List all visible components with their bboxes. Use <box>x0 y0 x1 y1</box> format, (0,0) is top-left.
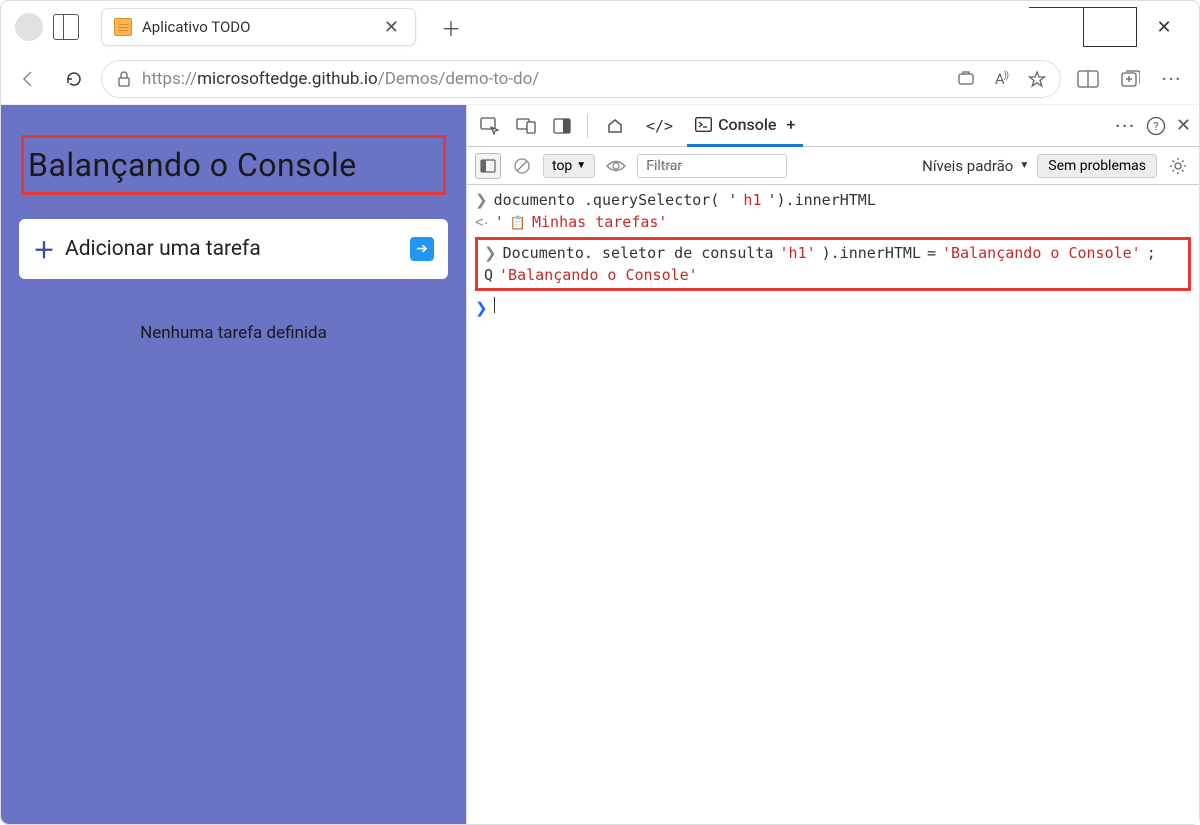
more-menu-icon[interactable]: ··· <box>1153 60 1191 98</box>
new-tab-button[interactable]: ＋ <box>432 8 470 46</box>
favicon-icon <box>114 18 132 36</box>
tab-console[interactable]: Console + <box>687 105 803 147</box>
profile-avatar[interactable] <box>15 13 43 41</box>
devtools-panel: </> Console + ··· ? ✕ to <box>466 105 1199 824</box>
console-entry: ❯ Documento. seletor de consulta 'h1' ).… <box>484 242 1182 264</box>
devtools-close-icon[interactable]: ✕ <box>1176 115 1191 136</box>
dock-side-icon[interactable] <box>547 111 577 141</box>
devtools-more-icon[interactable]: ··· <box>1115 116 1135 135</box>
console-prompt[interactable]: ❯ <box>475 295 1191 319</box>
tab-welcome[interactable] <box>598 105 632 147</box>
page-heading: Balançando o Console <box>28 146 439 184</box>
lock-icon <box>116 70 132 88</box>
back-button[interactable] <box>9 60 47 98</box>
workspace-icon[interactable] <box>53 14 79 40</box>
address-bar: https://microsoftedge.github.io/Demos/de… <box>1 53 1199 105</box>
read-aloud-icon[interactable]: A)) <box>995 70 1008 88</box>
svg-text:?: ? <box>1153 120 1158 133</box>
console-settings-icon[interactable] <box>1165 153 1191 179</box>
live-expression-icon[interactable] <box>603 153 629 179</box>
device-toolbar-icon[interactable] <box>511 111 541 141</box>
plus-icon: ＋ <box>33 233 55 265</box>
shopping-icon[interactable] <box>957 70 975 88</box>
console-toolbar: top ▼ Filtrar Níveis padrão ▼ Sem proble… <box>467 147 1199 185</box>
devtools-tabbar: </> Console + ··· ? ✕ <box>467 105 1199 147</box>
collections-icon[interactable] <box>1111 60 1149 98</box>
inspect-element-icon[interactable] <box>475 111 505 141</box>
console-entry: ❯ documento .querySelector( ' h1 ').inne… <box>475 189 1191 211</box>
filter-input[interactable]: Filtrar <box>637 154 787 178</box>
highlighted-heading-box: Balançando o Console <box>21 135 446 195</box>
console-tab-label: Console <box>718 115 776 134</box>
clipboard-icon: 📋 <box>510 216 526 231</box>
input-chevron-icon: ❯ <box>475 299 488 317</box>
window-titlebar: Aplicativo TODO ✕ ＋ ✕ <box>1 1 1199 53</box>
maximize-button[interactable] <box>1083 7 1137 47</box>
clear-console-icon[interactable] <box>509 153 535 179</box>
output-chevron-icon: <· <box>475 214 489 231</box>
submit-arrow-button[interactable]: ➔ <box>410 237 434 261</box>
input-chevron-icon: ❯ <box>475 191 488 209</box>
favorite-icon[interactable] <box>1028 70 1046 88</box>
toggle-sidebar-icon[interactable] <box>475 153 501 179</box>
log-levels-dropdown[interactable]: Níveis padrão ▼ <box>922 157 1029 175</box>
minimize-button[interactable] <box>1029 7 1083 47</box>
url-field[interactable]: https://microsoftedge.github.io/Demos/de… <box>101 60 1061 98</box>
console-output[interactable]: ❯ documento .querySelector( ' h1 ').inne… <box>467 185 1199 824</box>
highlighted-console-entry: ❯ Documento. seletor de consulta 'h1' ).… <box>475 237 1191 291</box>
no-tasks-message: Nenhuma tarefa definida <box>13 323 454 343</box>
console-result: Q 'Balançando o Console' <box>484 264 1182 286</box>
input-chevron-icon: ❯ <box>484 244 497 262</box>
close-window-button[interactable]: ✕ <box>1137 7 1191 47</box>
browser-tab[interactable]: Aplicativo TODO ✕ <box>101 8 416 46</box>
refresh-button[interactable] <box>55 60 93 98</box>
console-result: <· ' 📋 Minhas tarefas' <box>475 211 1191 233</box>
webpage-viewport: Balançando o Console ＋ Adicionar uma tar… <box>1 105 466 824</box>
add-task-label: Adicionar uma tarefa <box>65 237 400 261</box>
url-text: https://microsoftedge.github.io/Demos/de… <box>142 69 539 89</box>
split-screen-icon[interactable] <box>1069 60 1107 98</box>
issues-status[interactable]: Sem problemas <box>1037 154 1157 178</box>
tab-elements[interactable]: </> <box>638 105 681 147</box>
cursor <box>494 297 495 313</box>
tab-title: Aplicativo TODO <box>142 18 380 36</box>
context-selector[interactable]: top ▼ <box>543 154 595 178</box>
add-tab-icon[interactable]: + <box>786 115 795 134</box>
add-task-card[interactable]: ＋ Adicionar uma tarefa ➔ <box>19 219 448 279</box>
help-icon[interactable]: ? <box>1146 116 1166 136</box>
tab-close-button[interactable]: ✕ <box>380 17 403 38</box>
